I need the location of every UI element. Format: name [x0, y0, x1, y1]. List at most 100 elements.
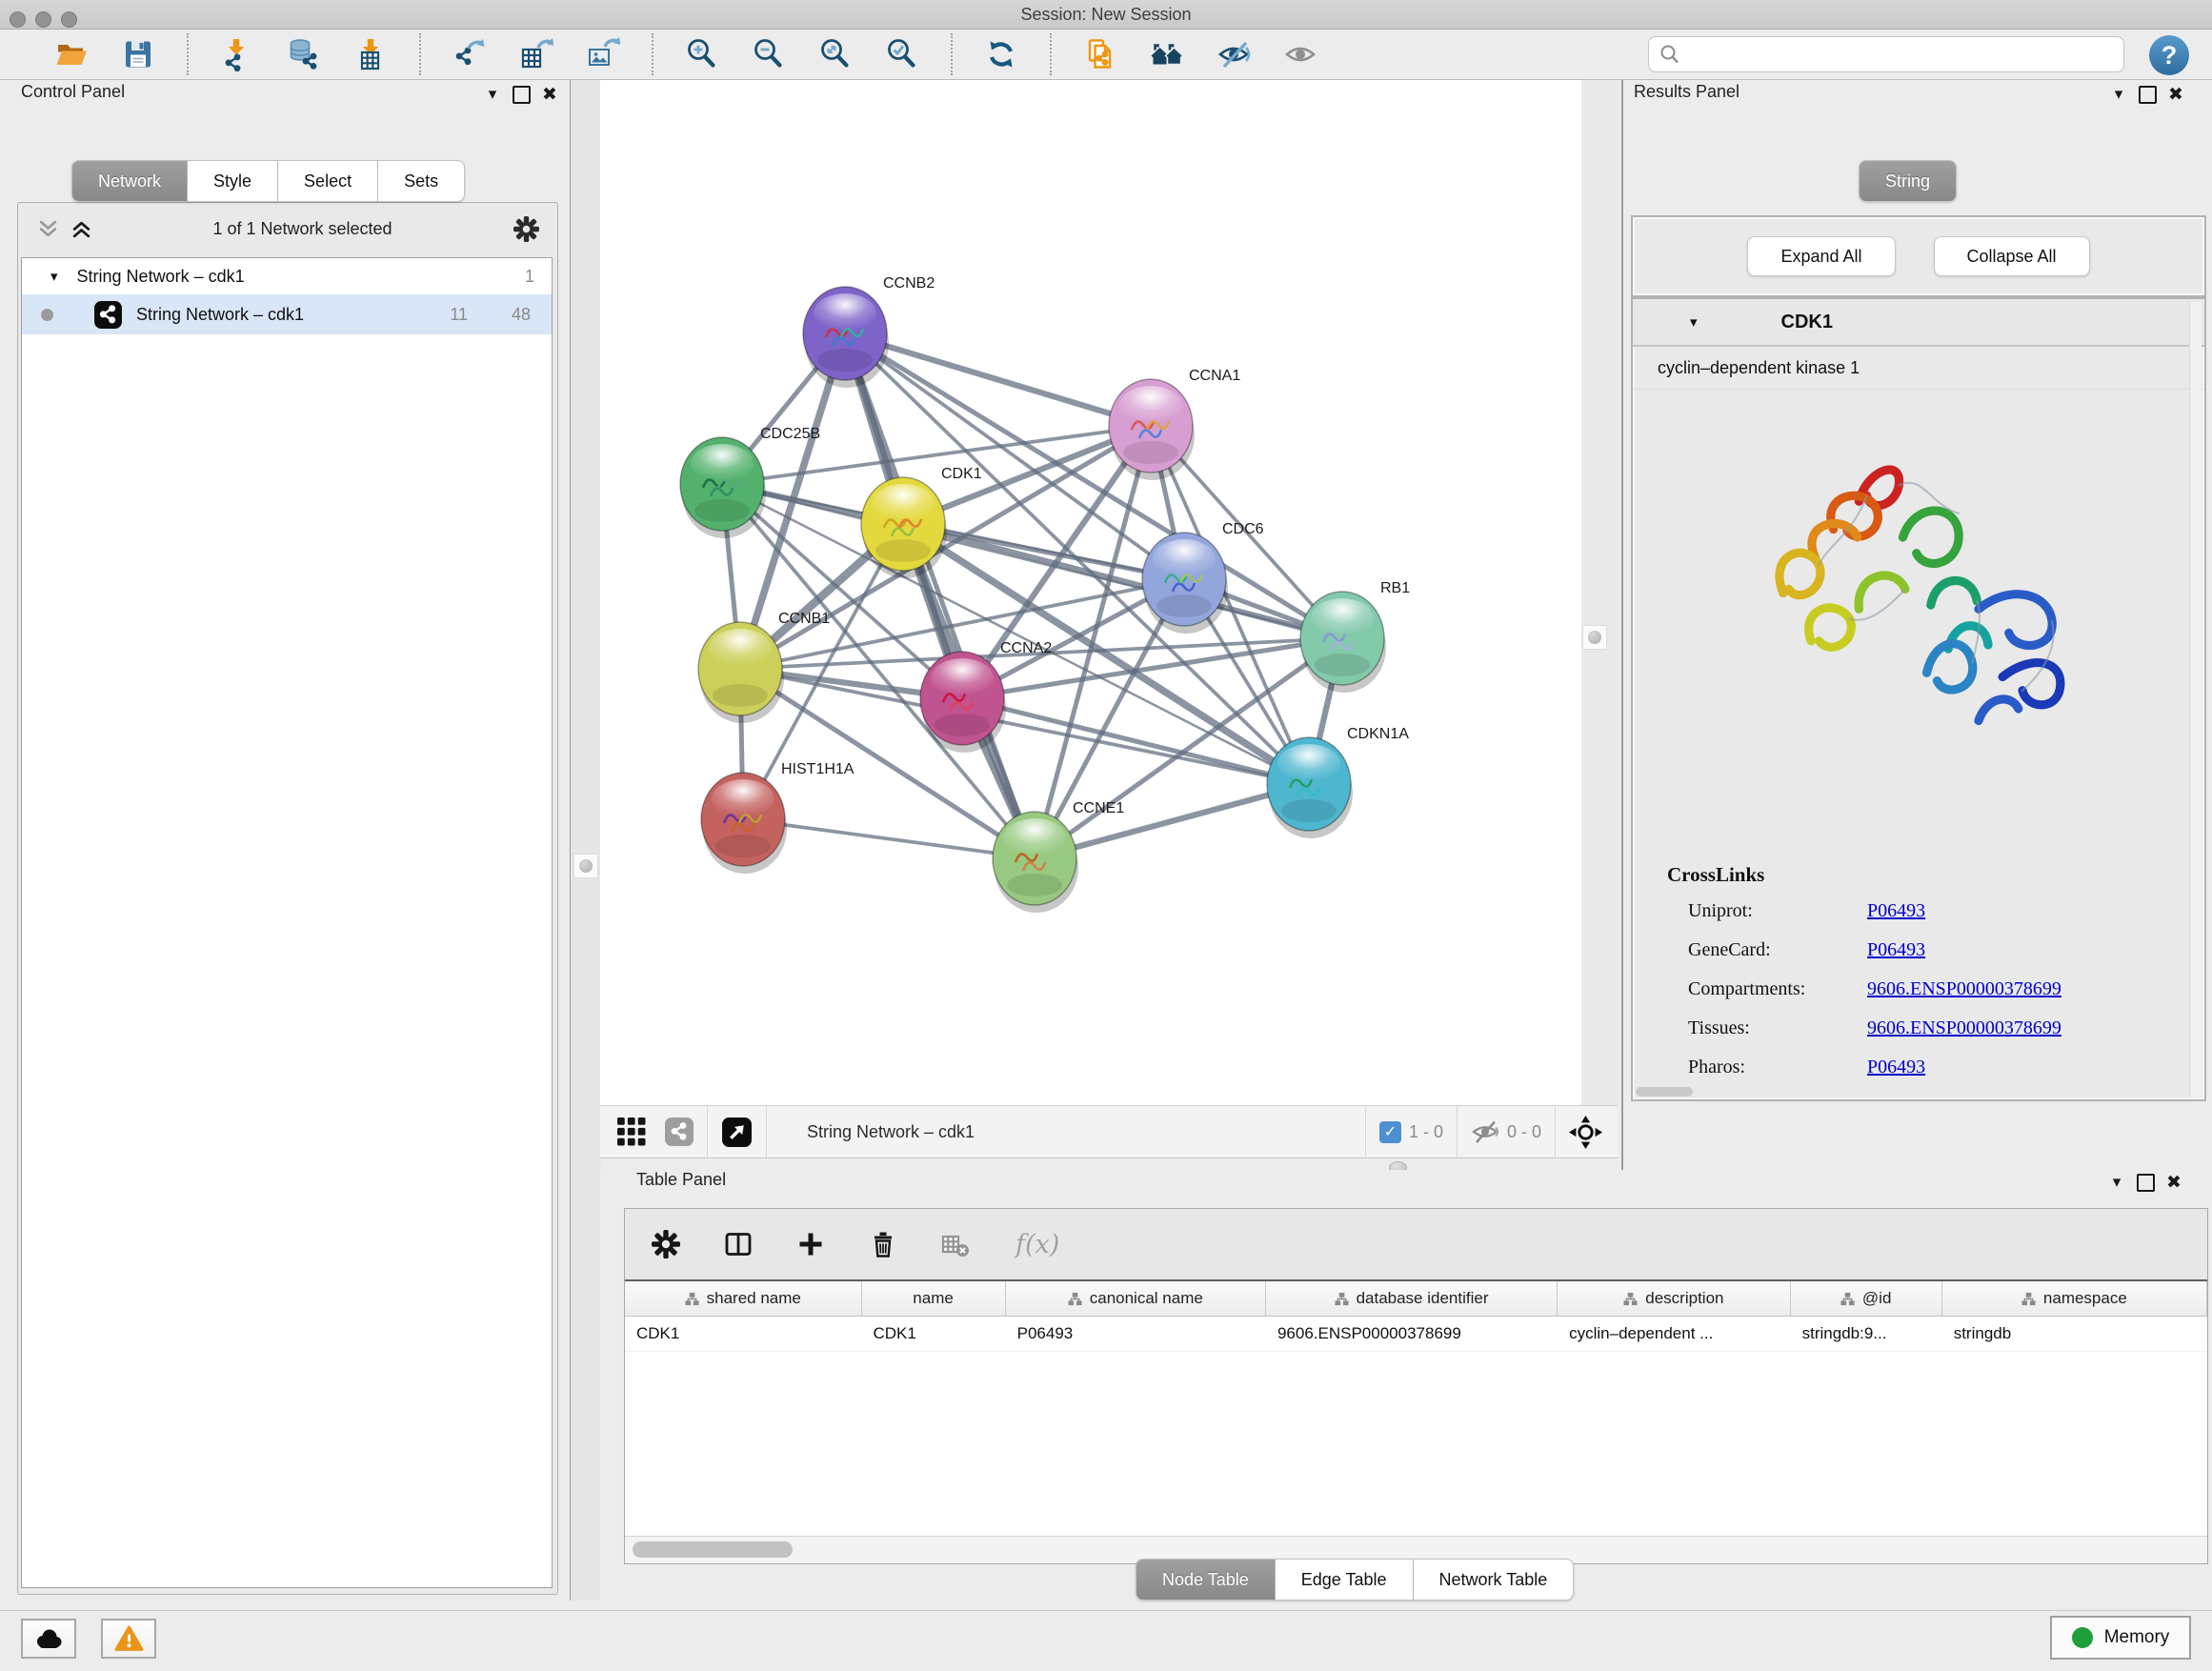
import-table-button[interactable]: [346, 32, 395, 76]
cytoscape-window: Session: New Session ? Control Panel ▾ ✖…: [0, 0, 2212, 1671]
right-splitter[interactable]: [1581, 80, 1618, 1105]
memory-button[interactable]: Memory: [2050, 1616, 2191, 1660]
help-button[interactable]: ?: [2149, 35, 2189, 75]
add-column-button[interactable]: [796, 1230, 825, 1258]
panel-float-icon[interactable]: [2131, 1170, 2160, 1195]
zoom-out-button[interactable]: [744, 32, 794, 76]
panel-collapse-icon[interactable]: ▾: [478, 82, 507, 107]
panel-float-icon[interactable]: [507, 82, 535, 107]
warnings-button[interactable]: [101, 1619, 156, 1659]
table-cell[interactable]: P06493: [1006, 1317, 1266, 1351]
crosslink-link[interactable]: 9606.ENSP00000378699: [1867, 1017, 2061, 1039]
zoom-fit-button[interactable]: [811, 32, 860, 76]
column-header-sharedname[interactable]: shared name: [625, 1281, 862, 1316]
table-cell[interactable]: CDK1: [625, 1317, 862, 1351]
export-table-button[interactable]: [512, 32, 561, 76]
tab-select[interactable]: Select: [278, 160, 378, 202]
network-node-HIST1H1A[interactable]: HIST1H1A: [701, 761, 855, 874]
network-node-CCNB2[interactable]: CCNB2: [803, 275, 935, 388]
crosslink-link[interactable]: P06493: [1867, 900, 1925, 922]
network-collection-row[interactable]: ▾ String Network – cdk1 1: [22, 258, 552, 294]
expand-all-icon[interactable]: [71, 219, 91, 239]
network-canvas[interactable]: CCNB2 CCNA1 CDC25B CDK1 CDC6 RB1 CCNB1: [600, 80, 1581, 1105]
control-panel: Control Panel ▾ ✖ NetworkStyleSelectSets…: [11, 80, 569, 1601]
network-node-RB1[interactable]: RB1: [1300, 580, 1410, 693]
network-options-gear-icon[interactable]: [513, 216, 539, 242]
scrollbar-thumb[interactable]: [633, 1541, 793, 1558]
crosslink-link[interactable]: 9606.ENSP00000378699: [1867, 978, 2061, 1000]
network-row-selected[interactable]: String Network – cdk1 11 48: [22, 294, 552, 334]
table-cell[interactable]: cyclin–dependent ...: [1558, 1317, 1791, 1351]
window-title: Session: New Session: [0, 0, 2212, 29]
protein-section-header[interactable]: ▾ CDK1: [1633, 299, 2204, 347]
hidden-items-icon[interactable]: [1471, 1117, 1499, 1146]
table-cell[interactable]: stringdb:9...: [1791, 1317, 1942, 1351]
column-header-namespace[interactable]: namespace: [1942, 1281, 2207, 1316]
table-settings-button[interactable]: [652, 1230, 680, 1258]
table-cell[interactable]: CDK1: [862, 1317, 1006, 1351]
column-header-id[interactable]: @id: [1791, 1281, 1942, 1316]
search-field[interactable]: [1681, 44, 2123, 65]
section-expander-icon[interactable]: ▾: [1690, 313, 1698, 331]
column-header-description[interactable]: description: [1558, 1281, 1791, 1316]
collection-expander-icon[interactable]: ▾: [50, 268, 58, 285]
tab-network[interactable]: Network: [71, 160, 188, 202]
copy-network-button[interactable]: [1076, 32, 1125, 76]
collapse-all-icon[interactable]: [38, 219, 58, 239]
selected-nodes-checkbox-icon[interactable]: ✓: [1379, 1121, 1401, 1143]
panel-close-icon[interactable]: ✖: [2162, 82, 2190, 107]
left-splitter[interactable]: [570, 80, 601, 1601]
tab-style[interactable]: Style: [188, 160, 278, 202]
delete-column-button[interactable]: [869, 1230, 897, 1258]
column-header-canonicalname[interactable]: canonical name: [1006, 1281, 1266, 1316]
search-icon: [1659, 43, 1681, 66]
grid-view-icon[interactable]: [617, 1117, 646, 1146]
search-input[interactable]: [1648, 36, 2124, 72]
results-panel-tab-string[interactable]: String: [1859, 160, 1957, 202]
results-horizontal-scrollbar[interactable]: [1636, 1087, 1693, 1097]
panel-collapse-icon[interactable]: ▾: [2104, 82, 2133, 107]
crosslink-link[interactable]: P06493: [1867, 939, 1925, 961]
delete-table-button[interactable]: [941, 1230, 970, 1258]
cloud-icon: [34, 1628, 63, 1649]
tab-network-table[interactable]: Network Table: [1414, 1559, 1575, 1601]
function-builder-button[interactable]: f(x): [1014, 1228, 1063, 1260]
results-vertical-scrollbar[interactable]: [2189, 302, 2202, 1097]
zoom-in-button[interactable]: [677, 32, 727, 76]
import-database-button[interactable]: [279, 32, 329, 76]
network-node-CDKN1A[interactable]: CDKN1A: [1267, 726, 1409, 838]
network-view-toolbar: String Network – cdk1 ✓ 1 - 0 0 - 0: [600, 1105, 1618, 1158]
collapse-all-button[interactable]: Collapse All: [1934, 236, 2090, 276]
refresh-button[interactable]: [976, 32, 1026, 76]
tab-node-table[interactable]: Node Table: [1136, 1559, 1276, 1601]
fit-selected-crosshair-icon[interactable]: [1569, 1116, 1602, 1149]
import-network-button[interactable]: [212, 32, 262, 76]
home-pair-button[interactable]: [1142, 32, 1192, 76]
expand-all-button[interactable]: Expand All: [1747, 236, 1895, 276]
cloud-button[interactable]: [21, 1619, 76, 1659]
table-row[interactable]: CDK1CDK1P064939606.ENSP00000378699cyclin…: [625, 1317, 2207, 1352]
export-image-button[interactable]: [578, 32, 628, 76]
show-items-button[interactable]: [1276, 32, 1325, 76]
panel-float-icon[interactable]: [2133, 82, 2162, 107]
column-header-databaseidentifier[interactable]: database identifier: [1266, 1281, 1558, 1316]
tab-edge-table[interactable]: Edge Table: [1276, 1559, 1414, 1601]
show-columns-button[interactable]: [724, 1230, 753, 1258]
tab-sets[interactable]: Sets: [378, 160, 465, 202]
open-button[interactable]: [47, 32, 96, 76]
table-cell[interactable]: 9606.ENSP00000378699: [1266, 1317, 1558, 1351]
panel-close-icon[interactable]: ✖: [535, 82, 564, 107]
zoom-selected-button[interactable]: [877, 32, 927, 76]
hide-items-button[interactable]: [1209, 32, 1258, 76]
detach-view-icon[interactable]: [721, 1117, 753, 1148]
panel-collapse-icon[interactable]: ▾: [2102, 1170, 2131, 1195]
results-panel: Results Panel ▾ ✖ String Expand All Coll…: [1621, 80, 2212, 1170]
network-node-CCNA1[interactable]: CCNA1: [1109, 368, 1240, 480]
panel-close-icon[interactable]: ✖: [2160, 1170, 2188, 1195]
export-network-button[interactable]: [445, 32, 494, 76]
column-header-name[interactable]: name: [862, 1281, 1006, 1316]
table-cell[interactable]: stringdb: [1942, 1317, 2207, 1351]
crosslink-link[interactable]: P06493: [1867, 1057, 1925, 1078]
network-view-icon[interactable]: [665, 1117, 694, 1146]
save-button[interactable]: [113, 32, 163, 76]
